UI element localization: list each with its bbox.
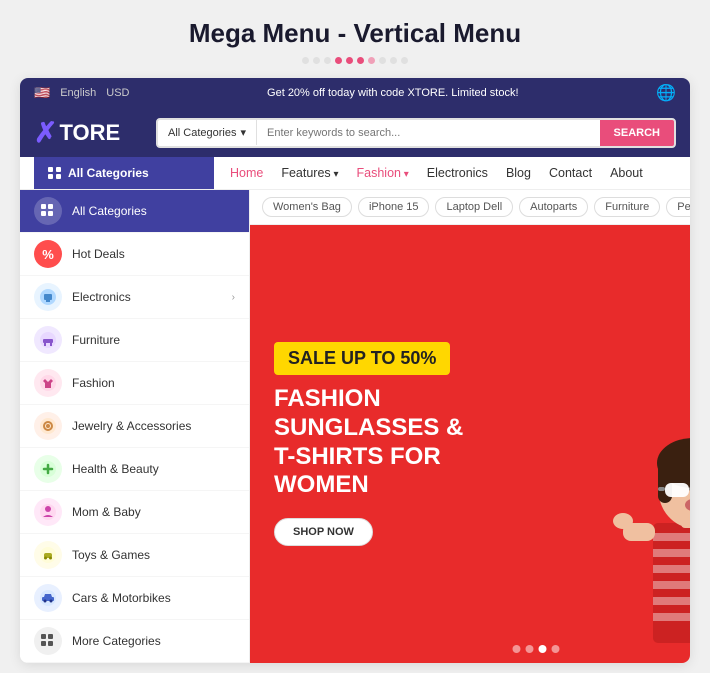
sidebar-item-more[interactable]: More Categories	[20, 620, 249, 663]
quick-tag-laptop[interactable]: Laptop Dell	[435, 197, 513, 217]
banner-area: Women's Bag iPhone 15 Laptop Dell Autopa…	[250, 190, 690, 663]
mom-icon	[34, 498, 62, 526]
sidebar-arrow-icon: ›	[232, 292, 235, 303]
nav-electronics[interactable]: Electronics	[427, 166, 488, 180]
all-categories-button[interactable]: All Categories	[34, 157, 214, 189]
sidebar-hot-deals-label: Hot Deals	[72, 247, 125, 261]
sidebar-item-electronics[interactable]: Electronics ›	[20, 276, 249, 319]
sidebar-item-cars[interactable]: Cars & Motorbikes	[20, 577, 249, 620]
sidebar-item-hot-deals[interactable]: % Hot Deals	[20, 233, 249, 276]
nav-home[interactable]: Home	[230, 166, 263, 180]
sidebar-fashion-label: Fashion	[72, 376, 115, 390]
woman-svg	[593, 383, 690, 663]
search-bar: All Categories ▾ SEARCH	[156, 118, 676, 148]
sidebar-item-health[interactable]: Health & Beauty	[20, 448, 249, 491]
globe-icon[interactable]: 🌐	[656, 83, 676, 103]
search-category-dropdown[interactable]: All Categories ▾	[158, 120, 257, 145]
sidebar-electronics-label: Electronics	[72, 290, 131, 304]
sidebar-item-furniture[interactable]: Furniture	[20, 319, 249, 362]
top-bar: 🇺🇸 English USD Get 20% off today with co…	[20, 78, 690, 108]
page-title: Mega Menu - Vertical Menu	[20, 18, 690, 49]
banner-headline: FASHION SUNGLASSES & T-SHIRTS FOR WOMEN	[274, 385, 540, 500]
logo[interactable]: ✗ TORE	[34, 116, 144, 149]
sidebar-health-label: Health & Beauty	[72, 462, 159, 476]
sidebar-cars-label: Cars & Motorbikes	[72, 591, 171, 605]
banner-image	[564, 225, 690, 663]
health-icon	[34, 455, 62, 483]
furniture-icon	[34, 326, 62, 354]
quick-tag-perfume[interactable]: Perfume	[666, 197, 690, 217]
quick-tag-iphone[interactable]: iPhone 15	[358, 197, 430, 217]
sidebar-item-mom[interactable]: Mom & Baby	[20, 491, 249, 534]
quick-tag-autoparts[interactable]: Autoparts	[519, 197, 588, 217]
cars-icon	[34, 584, 62, 612]
sidebar-toys-label: Toys & Games	[72, 548, 150, 562]
more-categories-icon	[34, 627, 62, 655]
nav-bar: All Categories Home Features Fashion Ele…	[20, 157, 690, 190]
sidebar-item-fashion[interactable]: Fashion	[20, 362, 249, 405]
decorative-dots	[20, 57, 690, 64]
language-selector[interactable]: English	[60, 87, 96, 99]
logo-text: TORE	[59, 120, 120, 146]
sidebar-item-jewelry[interactable]: Jewelry & Accessories	[20, 405, 249, 448]
search-category-label: All Categories	[168, 127, 236, 139]
main-content: All Categories % Hot Deals Electronics	[20, 190, 690, 663]
top-bar-left: 🇺🇸 English USD	[34, 85, 130, 101]
search-input[interactable]	[257, 121, 600, 145]
sidebar-mom-label: Mom & Baby	[72, 505, 141, 519]
sidebar-item-all-categories[interactable]: All Categories	[20, 190, 249, 233]
logo-x: ✗	[34, 116, 57, 149]
quick-tag-furniture[interactable]: Furniture	[594, 197, 660, 217]
sidebar-furniture-label: Furniture	[72, 333, 120, 347]
nav-links: Home Features Fashion Electronics Blog C…	[214, 166, 659, 180]
sale-badge: SALE UP TO 50%	[274, 342, 450, 375]
promo-text: Get 20% off today with code XTORE. Limit…	[267, 87, 519, 99]
sidebar-jewelry-label: Jewelry & Accessories	[72, 419, 191, 433]
hot-deals-icon: %	[34, 240, 62, 268]
nav-fashion[interactable]: Fashion	[357, 166, 409, 180]
dropdown-arrow-icon: ▾	[240, 126, 246, 139]
sidebar-item-toys[interactable]: Toys & Games	[20, 534, 249, 577]
nav-contact[interactable]: Contact	[549, 166, 592, 180]
quick-tags: Women's Bag iPhone 15 Laptop Dell Autopa…	[250, 190, 690, 225]
sidebar-all-categories-label: All Categories	[72, 204, 147, 218]
quick-tag-womens-bag[interactable]: Women's Bag	[262, 197, 352, 217]
jewelry-icon	[34, 412, 62, 440]
banner-headline-line2: T-SHIRTS FOR WOMEN	[274, 443, 441, 499]
search-button[interactable]: SEARCH	[600, 120, 674, 146]
banner-text: SALE UP TO 50% FASHION SUNGLASSES & T-SH…	[250, 225, 564, 663]
store-container: 🇺🇸 English USD Get 20% off today with co…	[20, 78, 690, 663]
nav-features[interactable]: Features	[281, 166, 338, 180]
sidebar: All Categories % Hot Deals Electronics	[20, 190, 250, 663]
currency-selector[interactable]: USD	[106, 87, 129, 99]
banner-headline-line1: FASHION SUNGLASSES &	[274, 385, 463, 441]
grid-icon	[48, 167, 62, 179]
sidebar-more-label: More Categories	[72, 634, 161, 648]
header: ✗ TORE All Categories ▾ SEARCH	[20, 108, 690, 157]
fashion-icon	[34, 369, 62, 397]
hero-banner: SALE UP TO 50% FASHION SUNGLASSES & T-SH…	[250, 225, 690, 663]
flag-icon: 🇺🇸	[34, 85, 50, 101]
nav-blog[interactable]: Blog	[506, 166, 531, 180]
nav-about[interactable]: About	[610, 166, 643, 180]
electronics-icon	[34, 283, 62, 311]
grid-icon	[34, 197, 62, 225]
all-categories-label: All Categories	[68, 166, 149, 180]
toys-icon	[34, 541, 62, 569]
shop-now-button[interactable]: SHOP NOW	[274, 518, 373, 546]
